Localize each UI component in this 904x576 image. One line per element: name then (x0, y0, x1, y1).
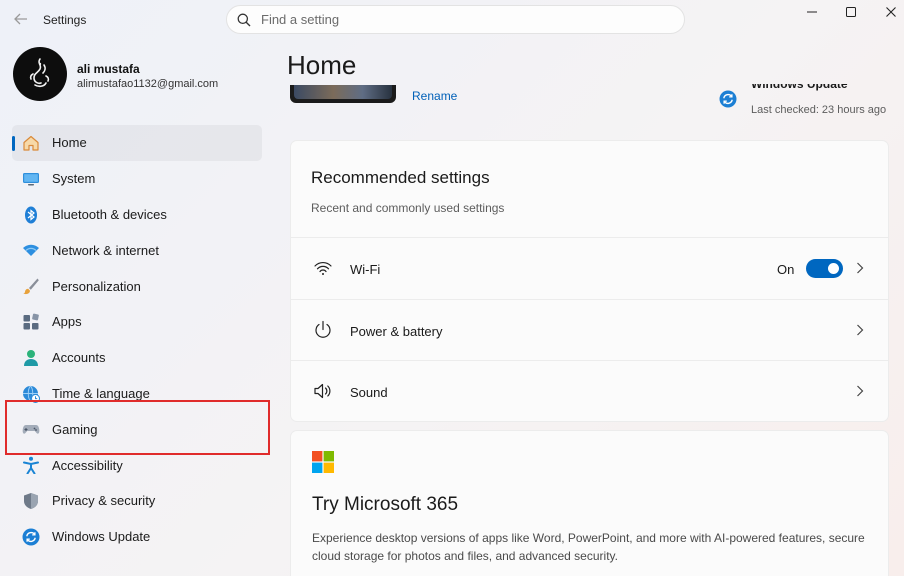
sidebar-item-home[interactable]: Home (12, 125, 262, 161)
sidebar-item-label: Apps (52, 314, 82, 330)
avatar-calligraphy-icon (29, 58, 50, 88)
avatar[interactable] (13, 47, 67, 101)
sidebar-item-label: Accounts (52, 350, 106, 366)
search-input[interactable] (261, 12, 661, 27)
sidebar-nav: Home System Bluetooth & devices Network … (12, 125, 262, 555)
back-button[interactable] (10, 8, 32, 30)
sidebar-item-label: System (52, 171, 96, 187)
power-battery-row[interactable]: Power & battery (291, 299, 888, 361)
close-icon (886, 7, 896, 17)
sidebar-item-apps[interactable]: Apps (12, 304, 262, 340)
minimize-button[interactable] (793, 2, 831, 22)
microsoft365-card: Try Microsoft 365 Experience desktop ver… (290, 430, 889, 576)
sidebar-item-label: Privacy & security (52, 493, 156, 509)
sound-label: Sound (350, 385, 388, 400)
wifi-icon (314, 262, 332, 275)
profile-email: alimustafao1132@gmail.com (77, 78, 219, 90)
sidebar-item-personalization[interactable]: Personalization (12, 268, 262, 304)
wifi-label: Wi-Fi (350, 262, 381, 277)
wifi-icon (23, 245, 39, 257)
app-title: Settings (43, 13, 87, 27)
page-title: Home (287, 50, 357, 80)
system-icon (23, 172, 39, 186)
search-box[interactable] (226, 5, 685, 34)
profile-name: ali mustafa (77, 62, 140, 76)
speaker-icon (314, 383, 331, 399)
sound-row[interactable]: Sound (291, 360, 888, 422)
sidebar-item-label: Home (52, 135, 87, 151)
wifi-toggle-state: On (777, 262, 795, 277)
apps-icon (23, 313, 39, 330)
wifi-row[interactable]: Wi-Fi On (291, 237, 888, 299)
wifi-toggle[interactable] (806, 259, 843, 278)
sidebar-item-label: Bluetooth & devices (52, 206, 167, 222)
recommended-settings-card: Recommended settings Recent and commonly… (290, 140, 889, 422)
sidebar-item-accounts[interactable]: Accounts (12, 340, 262, 376)
title-bar: Settings (0, 0, 904, 40)
chevron-right-icon (857, 262, 864, 274)
rename-link[interactable]: Rename (412, 89, 457, 103)
maximize-icon (846, 7, 856, 17)
sidebar-item-label: Network & internet (52, 242, 159, 258)
windows-update-title[interactable]: Windows Update (751, 84, 848, 92)
microsoft365-description: Experience desktop versions of apps like… (312, 531, 865, 563)
maximize-button[interactable] (832, 2, 870, 22)
power-battery-label: Power & battery (350, 324, 443, 339)
brush-icon (23, 278, 39, 295)
bluetooth-icon (25, 206, 37, 224)
sidebar-item-privacy[interactable]: Privacy & security (12, 483, 262, 519)
recommended-subtitle: Recent and commonly used settings (311, 201, 505, 215)
sidebar-item-label: Windows Update (52, 529, 151, 545)
minimize-icon (807, 11, 817, 13)
accessibility-icon (23, 456, 39, 475)
recommended-title: Recommended settings (311, 168, 490, 187)
shield-icon (24, 492, 38, 509)
sidebar-item-label: Accessibility (52, 457, 123, 473)
windows-update-title-text: Windows Update (751, 84, 848, 91)
home-icon (23, 135, 39, 151)
search-icon (237, 13, 251, 26)
sidebar-item-label: Time & language (52, 385, 150, 401)
windows-update-last-checked: Last checked: 23 hours ago (751, 104, 887, 116)
gaming-highlight-box (5, 400, 270, 455)
microsoft365-title: Try Microsoft 365 (312, 494, 459, 515)
accounts-icon (24, 349, 38, 366)
windows-update-icon (719, 90, 737, 108)
back-arrow-icon (14, 13, 27, 25)
power-icon (315, 320, 331, 338)
close-button[interactable] (872, 2, 904, 22)
chevron-right-icon (857, 385, 864, 397)
microsoft-logo-icon (312, 451, 334, 473)
sidebar-item-system[interactable]: System (12, 161, 262, 197)
update-icon (22, 528, 40, 546)
device-thumbnail (290, 85, 396, 103)
sidebar-item-windows-update[interactable]: Windows Update (12, 519, 262, 555)
sidebar-item-bluetooth[interactable]: Bluetooth & devices (12, 197, 262, 233)
sidebar-item-network[interactable]: Network & internet (12, 232, 262, 268)
sidebar-item-label: Personalization (52, 278, 141, 294)
chevron-right-icon (857, 324, 864, 336)
